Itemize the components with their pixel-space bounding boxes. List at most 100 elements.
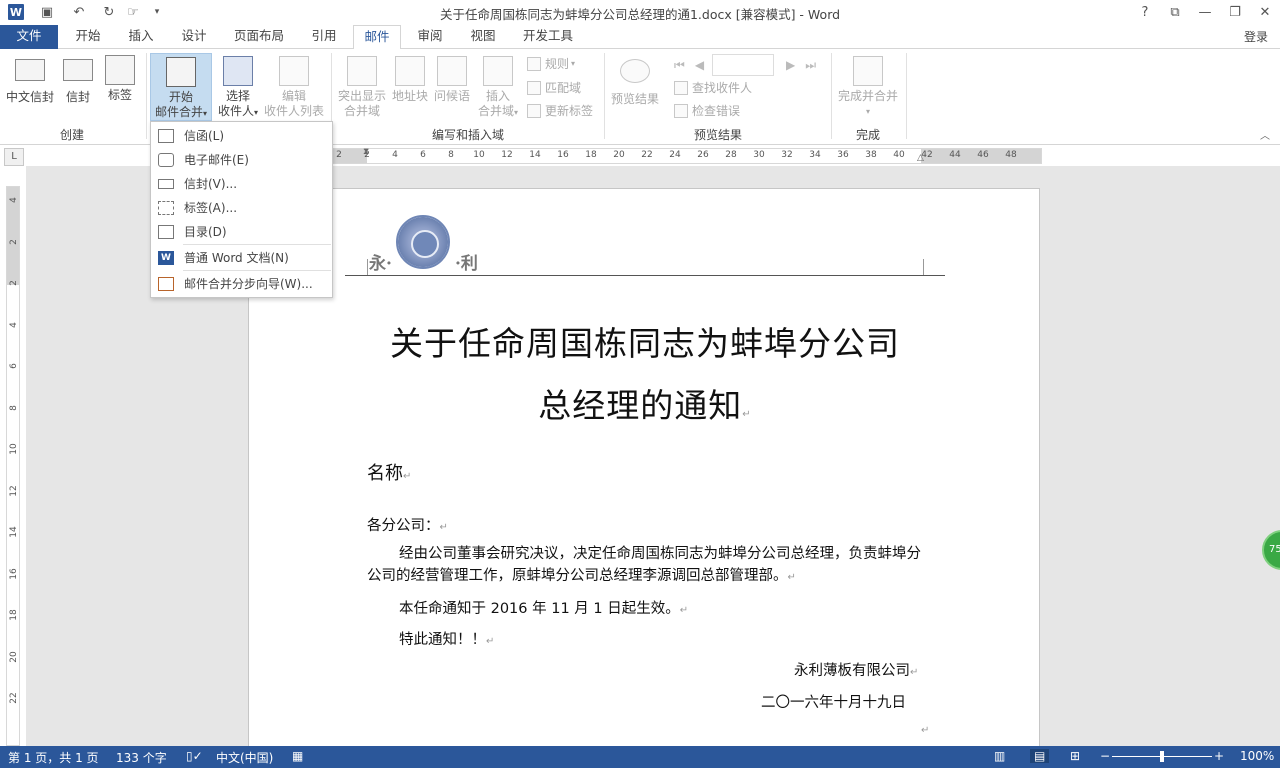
record-number-input[interactable] [712, 54, 775, 76]
finish-merge-button[interactable]: 完成并合并 ▾ [834, 56, 902, 119]
menu-separator [183, 270, 331, 271]
menu-item-email[interactable]: 电子邮件(E) [152, 148, 331, 171]
document-title-line1: 关于任命周国栋同志为蚌埠分公司 [390, 324, 900, 363]
dropdown-arrow-icon: ▾ [571, 59, 576, 68]
previous-record-icon[interactable]: ◀ [695, 58, 704, 72]
tab-layout[interactable]: 页面布局 [229, 25, 289, 49]
start-mail-merge-button[interactable]: 开始 邮件合并▾ [150, 53, 212, 121]
tab-design[interactable]: 设计 [176, 25, 212, 49]
greeting-line-button[interactable]: 问候语 [432, 56, 472, 104]
status-bar: 第 1 页，共 1 页 133 个字 ▯✓ 中文(中国) ▦ ▥ ▤ ⊞ − +… [0, 746, 1280, 768]
menu-item-normal-word-document[interactable]: W 普通 Word 文档(N) [152, 246, 331, 269]
help-icon[interactable]: ? [1130, 2, 1160, 22]
collapse-ribbon-icon[interactable]: ︿ [1260, 127, 1270, 142]
highlight-merge-fields-button[interactable]: 突出显示 合并域 [336, 56, 388, 119]
tab-review[interactable]: 审阅 [412, 25, 448, 49]
ruler-tick-label: 6 [9, 363, 19, 369]
ruler-tick-label: 10 [9, 443, 19, 455]
zoom-slider-thumb[interactable] [1160, 751, 1164, 762]
dropdown-arrow-icon: ▾ [865, 107, 870, 116]
tab-mailings[interactable]: 邮件 [353, 25, 401, 50]
first-record-icon[interactable]: ⏮ [674, 58, 685, 73]
read-mode-icon[interactable]: ▥ [994, 749, 1005, 763]
right-indent-marker-icon[interactable]: △ [917, 153, 924, 163]
macro-recording-icon[interactable]: ▦ [292, 749, 303, 763]
document-page[interactable]: 永· ·利 关于任命周国栋同志为蚌埠分公司 总经理的通知↵ 名称↵ 各分公司：↵… [248, 188, 1040, 746]
ruler-tick-label: 44 [949, 150, 961, 160]
insert-merge-field-button[interactable]: 插入 合并域▾ [474, 56, 522, 120]
zoom-level[interactable]: 100% [1240, 749, 1274, 763]
menu-item-envelopes[interactable]: 信封(V)... [152, 172, 331, 195]
web-layout-icon[interactable]: ⊞ [1070, 749, 1080, 763]
login-link[interactable]: 登录 [1244, 28, 1268, 45]
last-record-icon[interactable]: ⏭ [805, 58, 816, 73]
menu-item-mail-merge-wizard[interactable]: 邮件合并分步向导(W)... [152, 272, 331, 295]
find-recipient-button[interactable]: 查找收件人 [674, 79, 752, 96]
tab-file[interactable]: 文件 [0, 25, 58, 49]
group-preview-label: 预览结果 [693, 128, 742, 142]
paragraph-effective: 本任命通知于 2016 年 11 月 1 日起生效。↵ [399, 601, 689, 617]
tab-references[interactable]: 引用 [306, 25, 342, 49]
zoom-out-icon[interactable]: − [1100, 749, 1110, 763]
header-logo: 永· ·利 [369, 215, 589, 275]
ruler-tick-label: 24 [669, 150, 681, 160]
tab-insert[interactable]: 插入 [123, 25, 159, 49]
menu-item-labels[interactable]: 标签(A)... [152, 196, 331, 219]
envelope-icon [15, 59, 45, 81]
match-fields-button[interactable]: 匹配域 [527, 79, 581, 96]
ruler-tick-label: 22 [9, 692, 19, 704]
edit-list-icon [279, 56, 309, 86]
next-record-icon[interactable]: ▶ [786, 58, 795, 72]
email-icon [158, 152, 174, 167]
tab-view[interactable]: 视图 [465, 25, 501, 49]
directory-icon [158, 224, 174, 239]
envelope-button[interactable]: 信封 [60, 59, 96, 105]
ribbon-tabs: 文件 开始 插入 设计 页面布局 引用 邮件 审阅 视图 开发工具 登录 [0, 25, 1280, 50]
name-field: 名称↵ [367, 463, 412, 484]
group-separator [831, 53, 832, 139]
title-bar: W ▣ ↶ ↻ ☞ ▾ 关于任命周国栋同志为蚌埠分公司总经理的通1.docx [… [0, 0, 1280, 25]
menu-item-directory[interactable]: 目录(D) [152, 220, 331, 243]
labels-button[interactable]: 标签 [102, 55, 138, 103]
minimize-icon[interactable]: — [1190, 2, 1220, 22]
menu-item-letters[interactable]: 信函(L) [152, 124, 331, 147]
vertical-ruler[interactable]: 4 2 2 4 6 8 10 12 14 16 18 20 22 [6, 186, 20, 746]
page-count[interactable]: 第 1 页，共 1 页 [8, 749, 99, 766]
address-block-button[interactable]: 地址块 [390, 56, 430, 104]
language[interactable]: 中文(中国) [216, 749, 273, 766]
indent-marker-icon[interactable]: ⧗ [363, 147, 369, 157]
tab-home[interactable]: 开始 [70, 25, 106, 49]
chinese-envelope-button[interactable]: 中文信封 [4, 59, 56, 105]
ruler-tick-label: 20 [9, 650, 19, 663]
recipients-icon [223, 56, 253, 86]
word-document-icon: W [158, 250, 174, 265]
rules-button[interactable]: 规则 ▾ [527, 55, 575, 72]
print-layout-icon[interactable]: ▤ [1030, 749, 1050, 763]
preview-results-button[interactable]: 预览结果 [608, 59, 662, 107]
menu-separator [183, 244, 331, 245]
horizontal-ruler[interactable]: 2 2 4 6 8 10 12 14 16 18 20 22 24 26 28 30 32 34 36 38 40 42 4… [332, 147, 1042, 164]
check-errors-button[interactable]: 检查错误 [674, 102, 740, 119]
word-count[interactable]: 133 个字 [116, 749, 167, 766]
paragraph-appointment: 经由公司董事会研究决议，决定任命周国栋同志为蚌埠分公司总经理，负责蚌埠分公司的经… [367, 546, 921, 584]
ruler-tick-label: 4 [392, 150, 398, 160]
restore-icon[interactable]: ❐ [1220, 2, 1250, 22]
zoom-in-icon[interactable]: + [1214, 749, 1224, 763]
edit-recipient-list-button[interactable]: 编辑 收件人列表 [262, 56, 326, 119]
match-fields-icon [527, 80, 541, 95]
proofing-icon[interactable]: ▯✓ [186, 749, 203, 763]
ruler-tick-label: 2 [336, 150, 342, 160]
update-labels-button[interactable]: 更新标签 [527, 102, 593, 119]
ruler-tick-label: 6 [420, 150, 426, 160]
tab-selector[interactable]: L [4, 148, 24, 166]
logo-text-right: ·利 [455, 254, 478, 274]
rules-icon [527, 56, 541, 71]
address-block-icon [395, 56, 425, 86]
close-icon[interactable]: ✕ [1250, 2, 1280, 22]
ruler-tick-label: 4 [9, 197, 19, 203]
ruler-tick-label: 34 [809, 150, 821, 160]
ribbon-display-icon[interactable]: ⧉ [1160, 2, 1190, 22]
tab-developer[interactable]: 开发工具 [518, 25, 578, 49]
finish-merge-icon [853, 56, 883, 86]
select-recipients-button[interactable]: 选择 收件人▾ [214, 56, 262, 120]
